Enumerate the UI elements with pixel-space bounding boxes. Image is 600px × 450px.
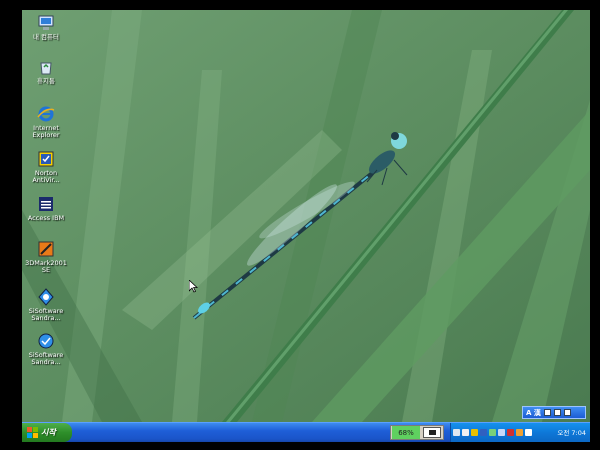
tray-icon-volume[interactable] bbox=[462, 429, 469, 436]
tray-icon-power[interactable] bbox=[489, 429, 496, 436]
taskbar: 시작 68% 오전 7:04 bbox=[22, 422, 590, 442]
desktop-icon-norton-antivirus[interactable]: Norton AntiVir... bbox=[22, 150, 70, 184]
keyboard-icon[interactable] bbox=[553, 409, 561, 416]
ime-mode-icon[interactable] bbox=[543, 409, 551, 416]
windows-flag-icon bbox=[27, 427, 38, 438]
battery-indicator[interactable]: 68% bbox=[390, 425, 444, 440]
desktop-icon-sisoftware-sandra-2[interactable]: SiSoftware Sandra... bbox=[22, 332, 70, 366]
my-computer-icon bbox=[37, 14, 55, 32]
tray-icon-display[interactable] bbox=[480, 429, 487, 436]
desktop-screen: 내 컴퓨터 휴지통 Internet Explorer Norton AntiV… bbox=[22, 10, 590, 442]
desktop-icon-label: Access IBM bbox=[27, 214, 65, 222]
wallpaper-damselfly bbox=[22, 10, 590, 422]
start-button[interactable]: 시작 bbox=[22, 423, 72, 442]
taskbar-clock[interactable]: 오전 7:04 bbox=[557, 427, 586, 437]
desktop-icon-label: Norton AntiVir... bbox=[32, 169, 60, 184]
desktop-icon-access-ibm[interactable]: Access IBM bbox=[22, 195, 70, 222]
tray-icon-security[interactable] bbox=[507, 429, 514, 436]
recycle-bin-icon bbox=[37, 58, 55, 76]
desktop-icon-label: 내 컴퓨터 bbox=[33, 33, 59, 41]
desktop-icon-internet-explorer[interactable]: Internet Explorer bbox=[22, 105, 70, 139]
language-bar[interactable]: A 漢 bbox=[522, 406, 586, 419]
tray-icon-bluetooth[interactable] bbox=[498, 429, 505, 436]
desktop-icon-sisoftware-sandra-1[interactable]: SiSoftware Sandra... bbox=[22, 288, 70, 322]
desktop-icon-label: 휴지통 bbox=[37, 77, 55, 85]
tray-icon-update[interactable] bbox=[516, 429, 523, 436]
desktop-icon-label: Internet Explorer bbox=[32, 124, 60, 139]
desktop-icon-label: SiSoftware Sandra... bbox=[28, 307, 64, 322]
desktop-icon-label: 3DMark2001 SE bbox=[25, 259, 67, 274]
language-bar-label: A 漢 bbox=[526, 408, 541, 417]
desktop-icon-recycle-bin[interactable]: 휴지통 bbox=[22, 58, 70, 85]
tray-icon-misc[interactable] bbox=[525, 429, 532, 436]
display-icon[interactable] bbox=[423, 427, 441, 438]
system-tray: 오전 7:04 bbox=[450, 423, 590, 442]
tray-icon-antivirus[interactable] bbox=[471, 429, 478, 436]
internet-explorer-icon bbox=[37, 105, 55, 123]
access-ibm-icon bbox=[37, 195, 55, 213]
help-icon[interactable] bbox=[563, 409, 571, 416]
start-label: 시작 bbox=[41, 428, 56, 437]
desktop-icon-my-computer[interactable]: 내 컴퓨터 bbox=[22, 14, 70, 41]
tray-icon-network[interactable] bbox=[453, 429, 460, 436]
desktop-icon-3dmark[interactable]: 3DMark2001 SE bbox=[22, 240, 70, 274]
indicator-value: 68% bbox=[392, 426, 420, 439]
norton-antivirus-icon bbox=[37, 150, 55, 168]
mouse-cursor-icon bbox=[189, 280, 198, 293]
sisoftware-sandra-icon bbox=[37, 288, 55, 306]
desktop-icon-label: SiSoftware Sandra... bbox=[28, 351, 64, 366]
sisoftware-sandra-icon bbox=[37, 332, 55, 350]
3dmark-icon bbox=[37, 240, 55, 258]
